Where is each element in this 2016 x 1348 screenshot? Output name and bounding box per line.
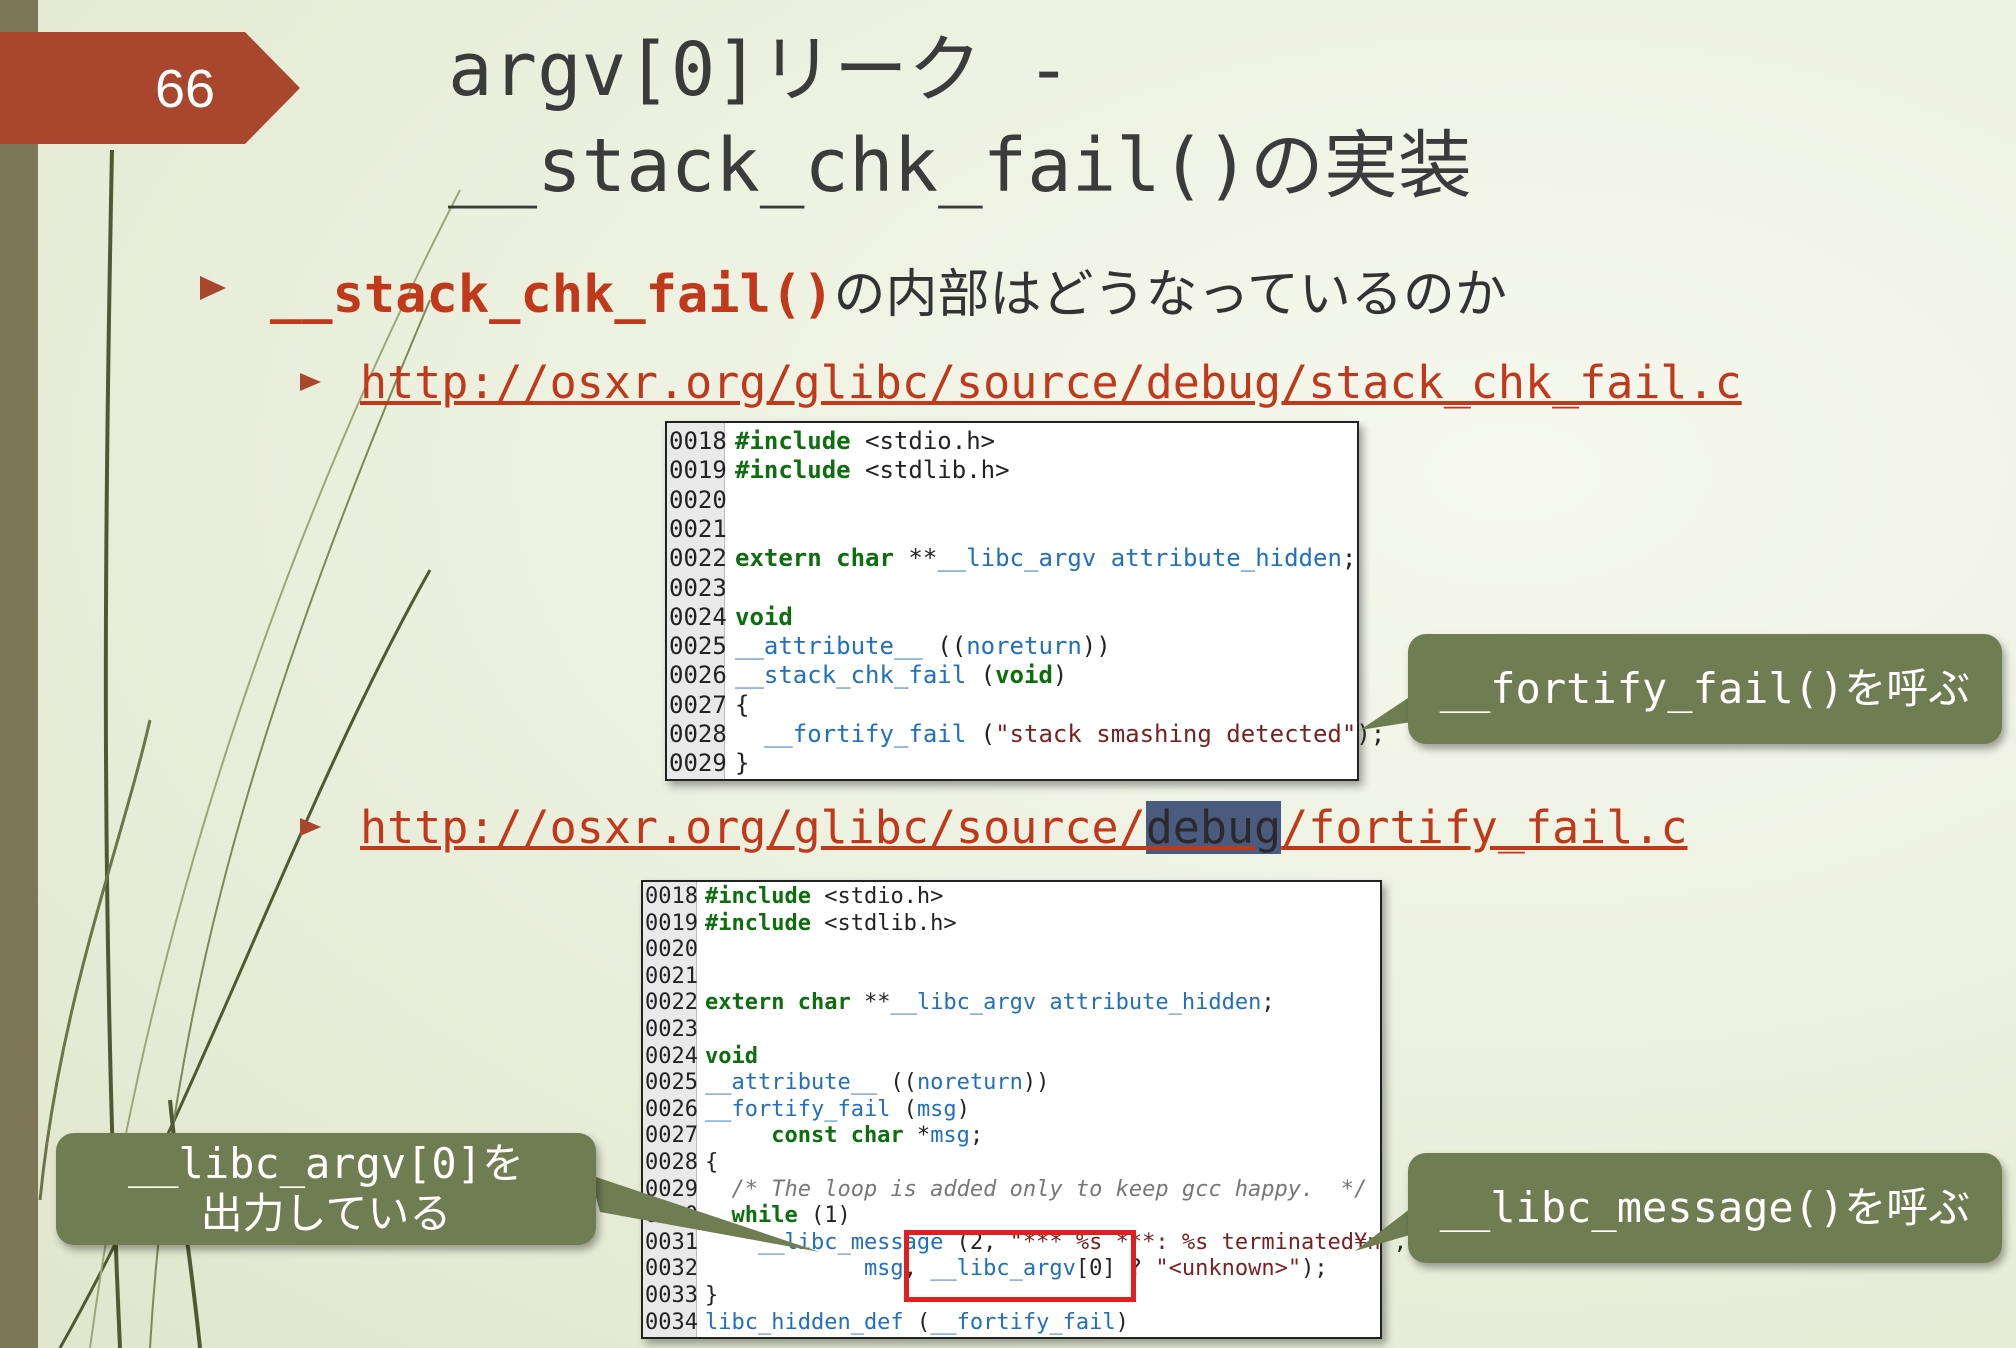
- callout-libc-message: __libc_message()を呼ぶ: [1408, 1153, 2002, 1263]
- callout-fortify-fail: __fortify_fail()を呼ぶ: [1408, 634, 2002, 744]
- highlight-box-libc-argv: [904, 1230, 1136, 1302]
- callout-libc-argv: __libc_argv[0]を 出力している: [56, 1133, 596, 1245]
